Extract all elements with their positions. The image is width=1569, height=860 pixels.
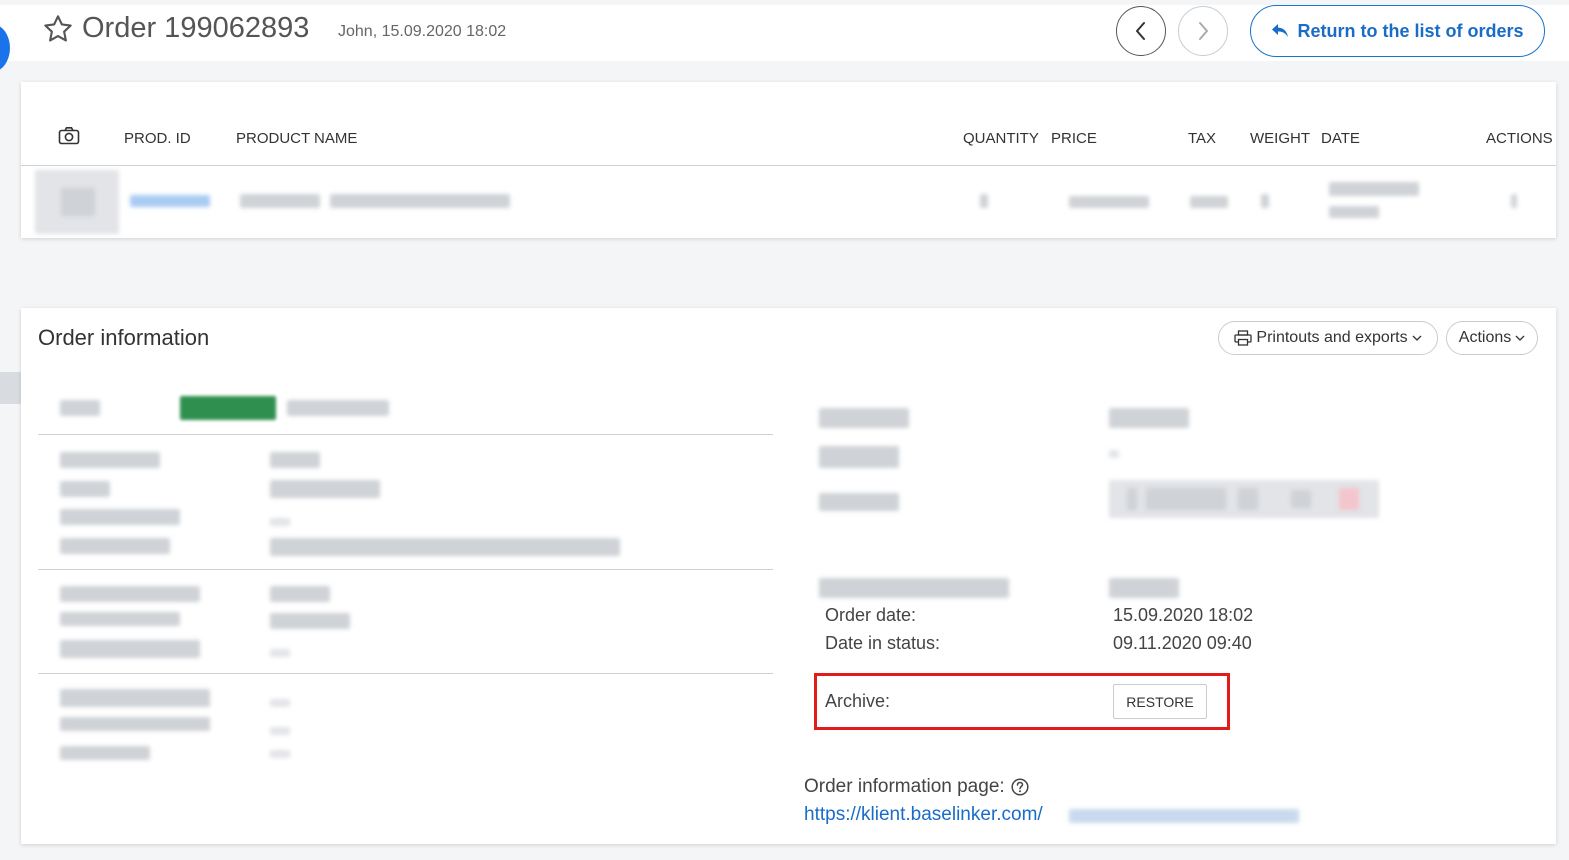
detail-value bbox=[1146, 488, 1226, 510]
chevron-right-icon bbox=[1199, 22, 1208, 40]
top-bar: Order 199062893 John, 15.09.2020 18:02 R… bbox=[0, 0, 1569, 80]
return-button-label: Return to the list of orders bbox=[1297, 20, 1524, 41]
date-value bbox=[1329, 182, 1419, 196]
detail-value bbox=[270, 613, 350, 629]
price-value bbox=[1069, 196, 1149, 208]
detail-value bbox=[1291, 490, 1311, 508]
detail-value bbox=[270, 538, 620, 556]
chevron-down-icon bbox=[1515, 335, 1525, 341]
detail-label bbox=[819, 578, 1009, 598]
time-value bbox=[1329, 206, 1379, 218]
order-meta: John, 15.09.2020 18:02 bbox=[338, 23, 507, 40]
restore-button[interactable]: RESTORE bbox=[1113, 684, 1207, 719]
order-title: Order 199062893 bbox=[82, 12, 310, 44]
section-divider bbox=[38, 673, 773, 674]
detail-value bbox=[1238, 488, 1258, 510]
star-icon[interactable] bbox=[42, 13, 74, 45]
column-header-tax[interactable]: TAX bbox=[1188, 130, 1216, 147]
actions-dropdown-button[interactable]: Actions bbox=[1446, 321, 1538, 355]
order-information-page-text: Order information page: bbox=[804, 776, 1005, 797]
quantity-value bbox=[980, 194, 988, 208]
detail-value bbox=[270, 699, 290, 707]
detail-value bbox=[270, 586, 330, 602]
chevron-down-icon bbox=[1412, 335, 1422, 341]
actions-menu[interactable] bbox=[1511, 194, 1517, 208]
product-name-part bbox=[240, 194, 320, 208]
detail-label bbox=[60, 689, 210, 707]
column-header-actions[interactable]: ACTIONS bbox=[1486, 130, 1553, 147]
status-details bbox=[287, 400, 389, 416]
printouts-and-exports-button[interactable]: Printouts and exports bbox=[1218, 321, 1438, 355]
status-label bbox=[60, 400, 100, 416]
detail-label bbox=[60, 509, 180, 525]
detail-value bbox=[270, 480, 380, 498]
product-name-part bbox=[330, 194, 510, 208]
detail-value bbox=[1339, 488, 1359, 510]
detail-label bbox=[60, 481, 110, 497]
order-date-label: Order date: bbox=[825, 605, 917, 625]
left-edge-tab bbox=[0, 372, 21, 404]
section-divider bbox=[38, 569, 773, 570]
printouts-label: Printouts and exports bbox=[1256, 329, 1408, 346]
return-to-orders-button[interactable]: Return to the list of orders bbox=[1250, 5, 1545, 57]
detail-value bbox=[1109, 578, 1179, 598]
detail-label bbox=[60, 612, 180, 626]
column-header-prod-id[interactable]: PROD. ID bbox=[124, 130, 191, 147]
detail-label bbox=[60, 717, 210, 731]
order-information-page-link[interactable]: https://klient.baselinker.com/ bbox=[804, 804, 1043, 826]
detail-label bbox=[60, 452, 160, 468]
help-icon[interactable] bbox=[1011, 778, 1029, 796]
order-information-title: Order information bbox=[38, 325, 210, 350]
detail-value bbox=[270, 727, 290, 735]
weight-value bbox=[1261, 194, 1269, 208]
column-header-weight[interactable]: WEIGHT bbox=[1250, 130, 1310, 147]
camera-icon bbox=[58, 127, 80, 145]
detail-label bbox=[60, 586, 200, 602]
status-badge[interactable] bbox=[180, 396, 276, 420]
link-hidden-part[interactable] bbox=[1069, 809, 1299, 823]
table-header-divider bbox=[21, 165, 1556, 166]
detail-label bbox=[819, 493, 899, 511]
detail-label bbox=[60, 538, 170, 554]
product-id-link[interactable] bbox=[130, 195, 210, 207]
detail-label bbox=[819, 446, 899, 468]
actions-label: Actions bbox=[1458, 329, 1512, 346]
detail-value bbox=[270, 750, 290, 758]
detail-label bbox=[60, 640, 200, 658]
order-information-page-url[interactable]: https://klient.baselinker.com/ bbox=[804, 804, 1043, 825]
order-information-panel: Order information Printouts and exports … bbox=[21, 308, 1556, 844]
column-header-product-name[interactable]: PRODUCT NAME bbox=[236, 130, 357, 147]
detail-value bbox=[270, 518, 290, 526]
column-header-date[interactable]: DATE bbox=[1321, 130, 1360, 147]
archive-label: Archive: bbox=[825, 691, 891, 711]
detail-value bbox=[270, 452, 320, 468]
order-date-value: 15.09.2020 18:02 bbox=[1113, 605, 1254, 625]
order-information-page-label: Order information page: bbox=[804, 776, 1029, 798]
product-table: PROD. ID PRODUCT NAME QUANTITY PRICE TAX… bbox=[21, 82, 1556, 238]
detail-value bbox=[1109, 408, 1189, 428]
detail-value bbox=[1109, 450, 1119, 458]
reply-arrow-icon bbox=[1272, 24, 1289, 37]
column-header-price[interactable]: PRICE bbox=[1051, 130, 1097, 147]
detail-label bbox=[819, 408, 909, 428]
detail-label bbox=[60, 746, 150, 760]
next-order-button[interactable] bbox=[1178, 6, 1228, 56]
chevron-left-icon bbox=[1136, 22, 1145, 40]
date-in-status-value: 09.11.2020 09:40 bbox=[1113, 633, 1252, 653]
section-divider bbox=[38, 434, 773, 435]
detail-value bbox=[1127, 488, 1137, 510]
printer-icon bbox=[1234, 330, 1253, 346]
date-in-status-label: Date in status: bbox=[825, 633, 941, 653]
previous-order-button[interactable] bbox=[1116, 6, 1166, 56]
product-thumbnail-content bbox=[61, 188, 95, 216]
column-header-quantity[interactable]: QUANTITY bbox=[963, 130, 1039, 147]
detail-value bbox=[270, 649, 290, 657]
tax-value bbox=[1190, 196, 1228, 208]
